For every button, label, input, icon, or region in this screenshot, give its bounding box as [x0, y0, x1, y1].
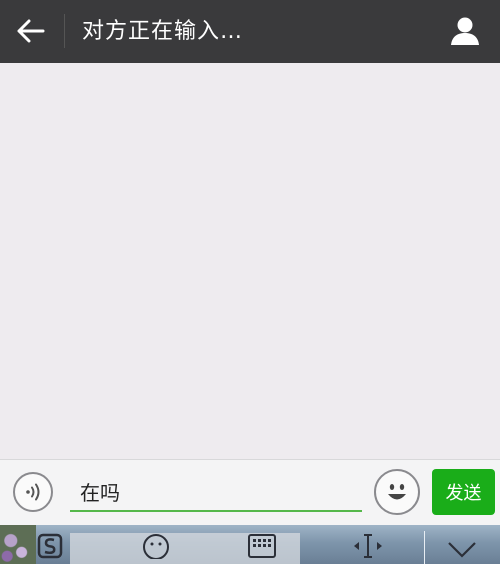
message-input[interactable] [70, 472, 362, 512]
emoji-icon [143, 534, 169, 559]
chat-title: 对方正在输入… [82, 19, 244, 44]
cursor-move-button[interactable] [346, 529, 390, 564]
keyboard-switch-button[interactable] [242, 529, 282, 564]
collapse-chevron-icon [448, 542, 476, 558]
input-bar: 发送 [0, 459, 500, 526]
cursor-move-icon [354, 534, 382, 558]
keyboard-toolbar [0, 525, 500, 564]
collapse-keyboard-button[interactable] [440, 529, 484, 564]
send-button[interactable]: 发送 [432, 469, 495, 515]
sogou-logo-button[interactable] [30, 529, 70, 564]
keyboard-emoji-button[interactable] [136, 529, 176, 564]
voice-icon [26, 483, 40, 501]
chat-header: 对方正在输入… [0, 0, 500, 63]
message-list[interactable] [0, 63, 500, 459]
keyboard-icon [248, 534, 276, 558]
person-icon [451, 17, 479, 45]
voice-button[interactable] [13, 472, 53, 512]
smiley-icon [388, 484, 406, 500]
arrow-left-icon [17, 19, 45, 43]
profile-button[interactable] [442, 10, 488, 52]
sogou-logo-icon [37, 533, 63, 559]
toolbar-separator [424, 531, 425, 564]
back-button[interactable] [8, 10, 54, 52]
emoji-button[interactable] [374, 469, 420, 515]
header-divider [64, 14, 65, 48]
